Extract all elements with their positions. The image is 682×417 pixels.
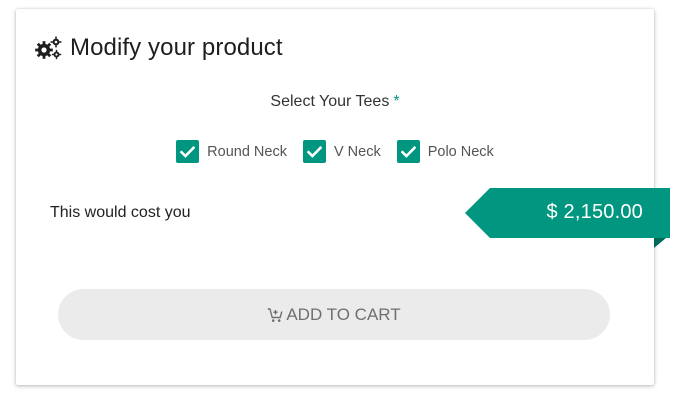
ribbon-fold [654, 238, 666, 248]
checkmark-icon [180, 145, 196, 158]
price-ribbon: $ 2,150.00 [465, 188, 670, 238]
polo-neck-checkbox[interactable] [396, 140, 420, 163]
price-value: $ 2,150.00 [546, 201, 643, 223]
round-neck-checkbox[interactable] [176, 140, 200, 163]
select-tees-label-text: Select Your Tees [270, 93, 390, 110]
checkmark-icon [306, 145, 322, 158]
required-marker: * [393, 93, 400, 110]
polo-neck-label: Polo Neck [427, 143, 494, 160]
page-title: Modify your product [70, 34, 283, 61]
add-to-cart-button[interactable]: ADD TO CART [58, 289, 610, 340]
v-neck-checkbox[interactable] [302, 140, 326, 163]
option-polo-neck[interactable]: Polo Neck [396, 140, 494, 163]
cost-label: This would cost you [50, 204, 191, 221]
select-tees-label: Select Your Tees * [16, 93, 654, 111]
round-neck-label: Round Neck [207, 143, 287, 160]
card-header: Modify your product [34, 33, 283, 63]
option-round-neck[interactable]: Round Neck [176, 140, 287, 163]
checkmark-icon [400, 145, 416, 158]
cart-plus-icon [268, 307, 283, 322]
add-to-cart-label: ADD TO CART [286, 304, 401, 324]
v-neck-label: V Neck [333, 143, 381, 160]
gears-icon [35, 36, 62, 60]
tee-options: Round Neck V Neck Polo Neck [16, 140, 654, 163]
product-card: Modify your product Select Your Tees * Ro… [16, 9, 670, 385]
option-v-neck[interactable]: V Neck [302, 140, 381, 163]
